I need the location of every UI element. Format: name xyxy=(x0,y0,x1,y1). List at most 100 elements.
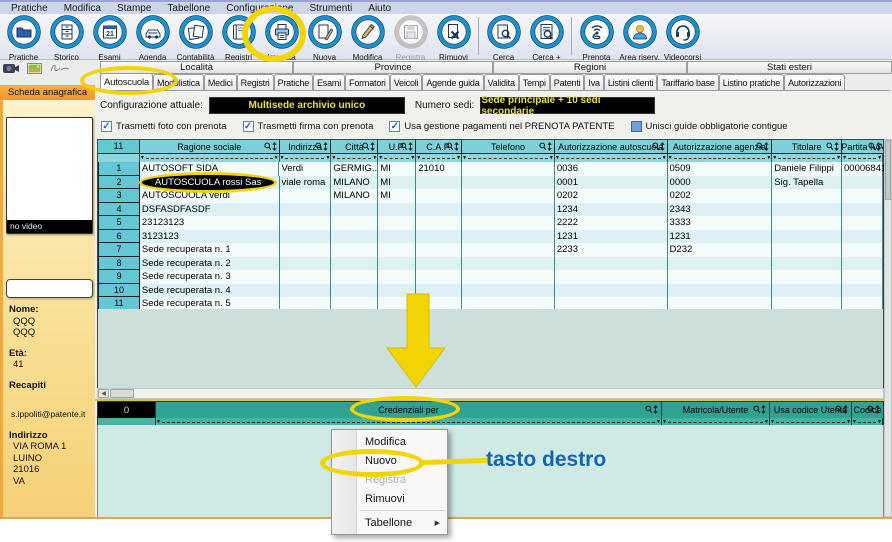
tab-pratiche[interactable]: Pratiche xyxy=(274,74,313,91)
modifica-button[interactable]: Modifica xyxy=(346,15,389,62)
tab-autoscuola[interactable]: Autoscuola xyxy=(100,73,153,91)
filter-cell[interactable]: ▼▼ xyxy=(140,154,280,162)
table-cell[interactable] xyxy=(842,230,883,244)
table-cell[interactable]: AUTOSCUOLA rossi Sas xyxy=(140,176,280,190)
table-cell[interactable] xyxy=(668,284,773,298)
row-number[interactable]: 7 xyxy=(98,243,140,257)
search-sort-icon[interactable] xyxy=(315,142,329,151)
table-cell[interactable] xyxy=(378,257,416,271)
nuova-button[interactable]: Nuova xyxy=(303,15,346,62)
menu-item-tabellone[interactable]: Tabellone xyxy=(160,3,217,14)
tab-agende-guida[interactable]: Agende guida xyxy=(422,74,483,91)
table-cell[interactable]: 2222 xyxy=(555,216,668,230)
archive-mode-button[interactable]: Multisede archivio unico xyxy=(209,97,405,114)
menu-item-strumenti[interactable]: Strumenti xyxy=(302,3,359,14)
table-cell[interactable] xyxy=(416,216,462,230)
filter-cell[interactable]: ▼▼ xyxy=(842,154,883,162)
table-cell[interactable] xyxy=(280,284,332,298)
column-header-telefono[interactable]: Telefono xyxy=(462,140,555,154)
context-menu-item-modifica[interactable]: Modifica xyxy=(332,432,447,451)
table-cell[interactable] xyxy=(842,284,883,298)
column-header-citt[interactable]: Città xyxy=(331,140,378,154)
table-cell[interactable]: Sede recuperata n. 2 xyxy=(140,257,280,271)
bottom-column-header-codice[interactable]: Codice xyxy=(852,402,883,418)
column-header-titolare[interactable]: Titolare xyxy=(772,140,842,154)
search-sort-icon[interactable] xyxy=(362,142,376,151)
filter-cell[interactable]: ▼▼ xyxy=(462,154,555,162)
table-cell[interactable] xyxy=(331,243,378,257)
table-cell[interactable] xyxy=(462,189,555,203)
table-cell[interactable]: Sede recuperata n. 1 xyxy=(140,243,280,257)
registra-button[interactable]: Registra xyxy=(389,15,432,62)
table-cell[interactable] xyxy=(331,270,378,284)
table-cell[interactable] xyxy=(378,284,416,298)
table-cell[interactable] xyxy=(555,270,668,284)
table-cell[interactable] xyxy=(842,270,883,284)
table-row[interactable]: 2AUTOSCUOLA rossi Sasviale romaMILANOMI0… xyxy=(98,176,883,190)
table-cell[interactable] xyxy=(842,203,883,217)
vertical-scrollbar[interactable] xyxy=(884,139,892,517)
table-cell[interactable] xyxy=(772,189,842,203)
checkbox-trasmetti-foto-con-prenota[interactable]: ✓Trasmetti foto con prenota xyxy=(101,121,227,132)
table-cell[interactable] xyxy=(555,257,668,271)
cerca-button[interactable]: Cerca xyxy=(482,15,525,62)
row-number[interactable]: 4 xyxy=(98,203,140,217)
column-header-indirizzo[interactable]: Indirizzo xyxy=(280,140,332,154)
column-header-ragione-sociale[interactable]: Ragione sociale xyxy=(140,140,280,154)
table-cell[interactable]: 23123123 xyxy=(140,216,280,230)
table-cell[interactable] xyxy=(842,243,883,257)
pratiche-button[interactable]: Pratiche xyxy=(2,15,45,62)
search-sort-icon[interactable] xyxy=(826,142,840,151)
filter-cell[interactable]: ▼▼ xyxy=(772,154,842,162)
table-cell[interactable] xyxy=(378,243,416,257)
checkbox-icon[interactable]: ✓ xyxy=(389,121,400,132)
table-cell[interactable] xyxy=(378,203,416,217)
filter-cell[interactable]: ▼▼ xyxy=(555,154,668,162)
menu-item-pratiche[interactable]: Pratiche xyxy=(4,3,55,14)
table-cell[interactable] xyxy=(772,216,842,230)
photo-icon[interactable] xyxy=(27,63,42,74)
search-sort-icon[interactable] xyxy=(539,142,553,151)
bottom-column-header-credenziali-per[interactable]: Credenziali per xyxy=(156,402,662,418)
table-cell[interactable] xyxy=(462,230,555,244)
table-cell[interactable]: 0001 xyxy=(555,176,668,190)
search-sort-icon[interactable] xyxy=(867,405,881,414)
tab-medici[interactable]: Medici xyxy=(204,74,237,91)
table-cell[interactable]: DSFASDFASDF xyxy=(140,203,280,217)
table-cell[interactable] xyxy=(555,284,668,298)
tab-listini-clienti[interactable]: Listini clienti xyxy=(604,74,658,91)
checkbox-usa-gestione-pagamenti-nel-prenota-patente[interactable]: ✓Usa gestione pagamenti nel PRENOTA PATE… xyxy=(389,121,614,132)
tab-tempi[interactable]: Tempi xyxy=(519,74,550,91)
column-header-autorizzazione-agenzia[interactable]: Autorizzazione agenzia xyxy=(668,140,773,154)
table-cell[interactable] xyxy=(331,257,378,271)
row-number[interactable]: 5 xyxy=(98,216,140,230)
tab-iva[interactable]: Iva xyxy=(584,74,603,91)
table-cell[interactable]: MI xyxy=(378,162,416,176)
search-sort-icon[interactable] xyxy=(446,142,460,151)
search-sort-icon[interactable] xyxy=(264,142,278,151)
row-number[interactable]: 3 xyxy=(98,189,140,203)
table-cell[interactable] xyxy=(772,243,842,257)
vscrollbar-thumb[interactable] xyxy=(885,140,891,200)
esami-button[interactable]: 21Esami xyxy=(88,15,131,62)
table-cell[interactable]: 3333 xyxy=(668,216,773,230)
tab-listino-pratiche[interactable]: Listino pratiche xyxy=(719,74,784,91)
table-row[interactable]: 8Sede recuperata n. 2 xyxy=(98,257,883,271)
table-row[interactable]: 523123123 22223333 xyxy=(98,216,883,230)
tab-autorizzazioni[interactable]: Autorizzazioni xyxy=(784,74,845,91)
table-cell[interactable] xyxy=(416,230,462,244)
scroll-left-icon[interactable]: ◀ xyxy=(98,389,109,398)
table-cell[interactable]: 3123123 xyxy=(140,230,280,244)
table-cell[interactable]: viale roma xyxy=(280,176,332,190)
imposta-button[interactable]: Imposta xyxy=(260,15,303,62)
table-cell[interactable]: AUTOSOFT SIDA xyxy=(140,162,280,176)
table-cell[interactable]: 2343 xyxy=(668,203,773,217)
table-cell[interactable] xyxy=(462,162,555,176)
table-row[interactable]: 9Sede recuperata n. 3 xyxy=(98,270,883,284)
menu-item-configurazione[interactable]: Configurazione xyxy=(219,3,300,14)
table-cell[interactable] xyxy=(280,257,332,271)
bottom-column-header-usa-codice-utente[interactable]: Usa codice Utente xyxy=(770,402,852,418)
search-sort-icon[interactable] xyxy=(753,405,767,414)
rimuovi-button[interactable]: Rimuovi xyxy=(432,15,475,62)
bottom-column-header-matricola-utente[interactable]: Matricola/Utente xyxy=(662,402,770,418)
